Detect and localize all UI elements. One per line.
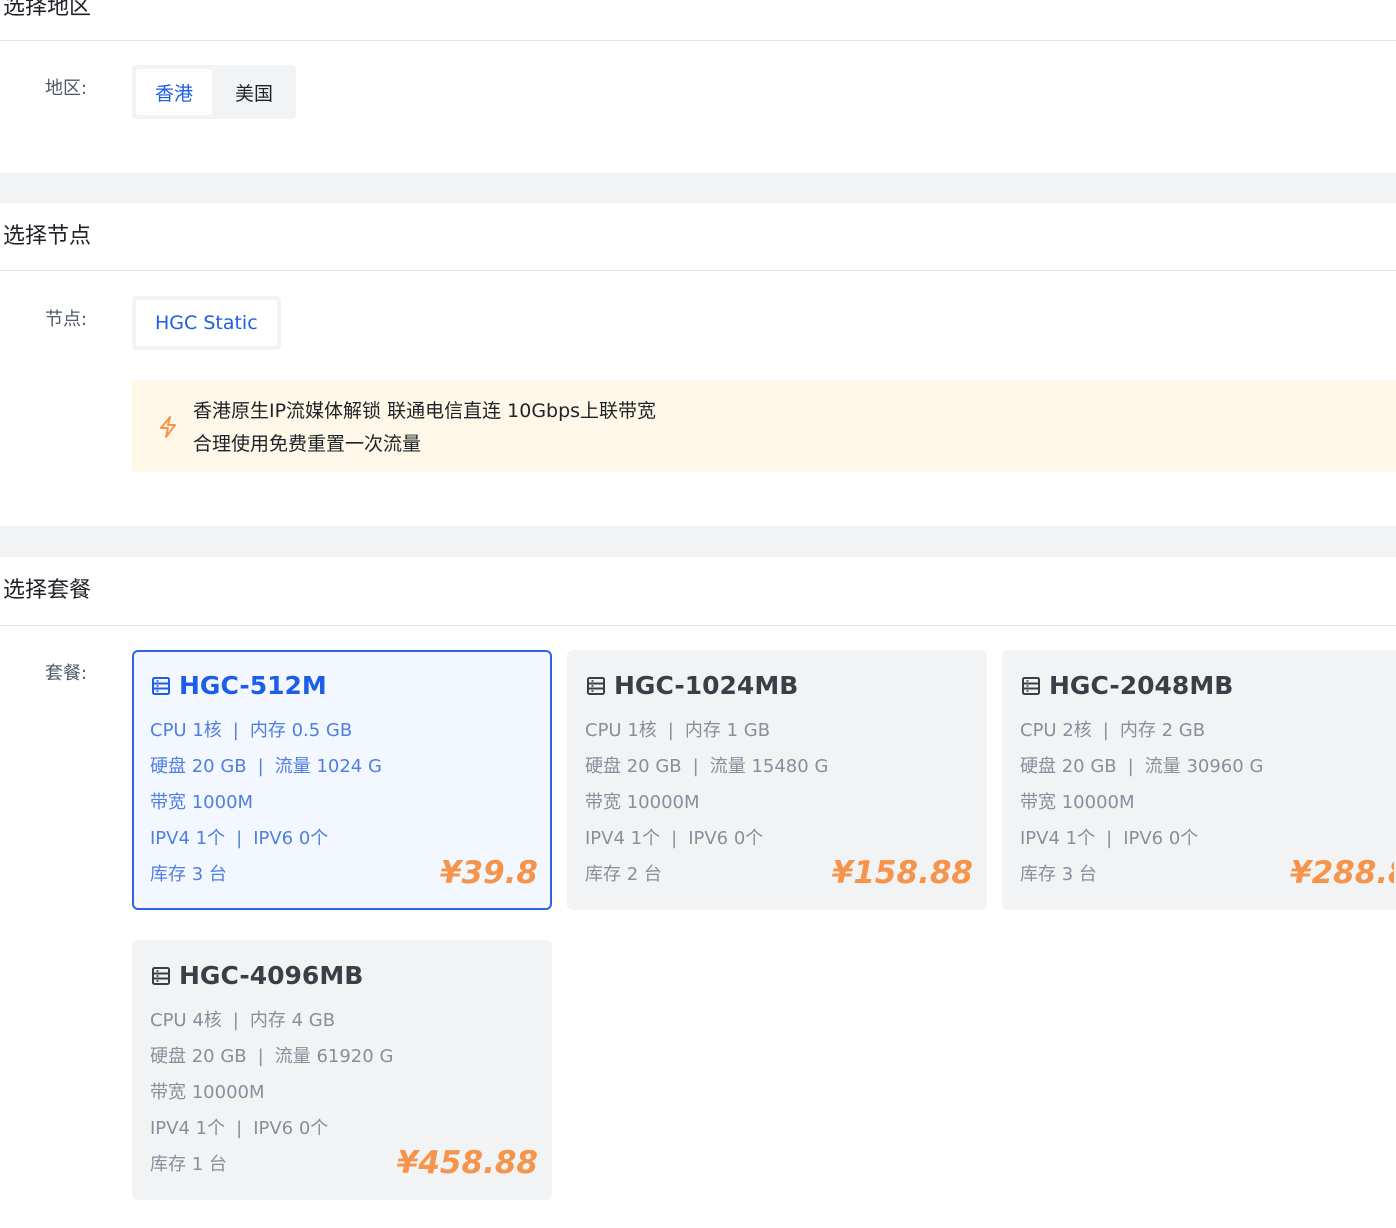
plan-price: ¥39.8: [439, 855, 538, 891]
spec-separator: |: [692, 756, 699, 777]
plan-spec-bandwidth: 带宽 10000M: [150, 1082, 265, 1103]
plan-spec-ip: IPV4 1个 | IPV6 0个: [150, 1120, 328, 1138]
spec-separator: |: [667, 720, 674, 741]
server-icon: [1022, 676, 1040, 695]
plan-spec-cpu-memory: CPU 1核 | 内存 0.5 GB: [150, 722, 352, 740]
plan-ipv4: IPV4 1个: [150, 1118, 226, 1139]
spec-separator: |: [232, 720, 239, 741]
plan-card-hgc-512m[interactable]: HGC-512M CPU 1核 | 内存 0.5 GB 硬盘 20 GB | 流量 10…: [132, 650, 552, 910]
plan-stock: 库存 3 台: [1020, 864, 1097, 885]
plan-name: HGC-2048MB: [1049, 671, 1234, 700]
server-icon: [587, 676, 605, 695]
divider: [0, 40, 1396, 41]
server-icon: [152, 966, 170, 985]
plan-traffic: 流量 15480 G: [709, 756, 829, 777]
spec-separator: |: [236, 1118, 243, 1139]
plan-disk: 硬盘 20 GB: [150, 756, 247, 777]
plan-memory: 内存 4 GB: [249, 1010, 336, 1031]
region-section-title: 选择地区: [3, 0, 92, 20]
plan-name: HGC-4096MB: [179, 961, 364, 990]
node-selector: HGC Static: [132, 296, 281, 350]
plan-spec-disk-traffic: 硬盘 20 GB | 流量 15480 G: [585, 758, 828, 776]
plan-stock: 库存 3 台: [150, 864, 227, 885]
plan-title: HGC-4096MB: [151, 963, 363, 988]
plan-disk: 硬盘 20 GB: [585, 756, 682, 777]
spec-separator: |: [232, 1010, 239, 1031]
plan-ipv6: IPV6 0个: [253, 828, 329, 849]
plan-section-title: 选择套餐: [3, 578, 92, 603]
lightning-icon: [160, 416, 176, 438]
server-icon: [152, 676, 170, 695]
plan-price: ¥458.88: [396, 1145, 538, 1181]
node-option-hgc-static[interactable]: HGC Static: [136, 300, 277, 346]
plan-cpu: CPU 4核: [150, 1010, 222, 1031]
spec-separator: |: [257, 1046, 264, 1067]
plan-traffic: 流量 1024 G: [274, 756, 382, 777]
plan-spec-ip: IPV4 1个 | IPV6 0个: [585, 830, 763, 848]
plan-cpu: CPU 1核: [585, 720, 657, 741]
plan-card-hgc-2048mb[interactable]: HGC-2048MB CPU 2核 | 内存 2 GB 硬盘 20 GB | 流量 30…: [1002, 650, 1396, 910]
plan-name: HGC-512M: [179, 671, 327, 700]
plan-price: ¥158.88: [831, 855, 973, 891]
spec-separator: |: [1127, 756, 1134, 777]
plan-ipv6: IPV6 0个: [688, 828, 764, 849]
region-option-hongkong[interactable]: 香港: [136, 69, 213, 115]
plan-title: HGC-2048MB: [1021, 673, 1233, 698]
plan-spec-ip: IPV4 1个 | IPV6 0个: [150, 830, 328, 848]
plan-memory: 内存 2 GB: [1119, 720, 1206, 741]
divider: [0, 270, 1396, 271]
plan-spec-disk-traffic: 硬盘 20 GB | 流量 61920 G: [150, 1048, 393, 1066]
plan-ipv6: IPV6 0个: [253, 1118, 329, 1139]
node-notice: 香港原生IP流媒体解锁 联通电信直连 10Gbps上联带宽 合理使用免费重置一次…: [132, 380, 1396, 472]
spec-separator: |: [236, 828, 243, 849]
spec-separator: |: [257, 756, 264, 777]
divider: [0, 625, 1396, 626]
plan-spec-ip: IPV4 1个 | IPV6 0个: [1020, 830, 1198, 848]
plan-spec-bandwidth: 带宽 10000M: [585, 792, 700, 813]
notice-line-2: 合理使用免费重置一次流量: [193, 433, 422, 455]
plan-panel: 选择套餐 套餐: HGC-512M CPU 1核 | 内存 0.5 GB 硬盘 20…: [0, 557, 1396, 1228]
plan-stock: 库存 1 台: [150, 1154, 227, 1175]
plan-spec-disk-traffic: 硬盘 20 GB | 流量 1024 G: [150, 758, 382, 776]
plan-card-hgc-4096mb[interactable]: HGC-4096MB CPU 4核 | 内存 4 GB 硬盘 20 GB | 流量 61…: [132, 940, 552, 1200]
plan-price: ¥288.88: [1290, 855, 1394, 891]
spec-separator: |: [671, 828, 678, 849]
plan-cpu: CPU 1核: [150, 720, 222, 741]
spec-separator: |: [1106, 828, 1113, 849]
plan-spec-bandwidth: 带宽 10000M: [1020, 792, 1135, 813]
plan-stock: 库存 2 台: [585, 864, 662, 885]
plan-name: HGC-1024MB: [614, 671, 799, 700]
plan-spec-cpu-memory: CPU 1核 | 内存 1 GB: [585, 722, 770, 740]
notice-line-1: 香港原生IP流媒体解锁 联通电信直连 10Gbps上联带宽: [193, 400, 657, 422]
region-option-usa[interactable]: 美国: [216, 69, 292, 115]
plan-ipv4: IPV4 1个: [1020, 828, 1096, 849]
node-panel: 选择节点 节点: HGC Static 香港原生IP流媒体解锁 联通电信直连 1…: [0, 203, 1396, 526]
plan-label: 套餐:: [45, 663, 88, 684]
plan-traffic: 流量 30960 G: [1144, 756, 1264, 777]
node-label: 节点:: [45, 309, 88, 330]
plan-cpu: CPU 2核: [1020, 720, 1092, 741]
plan-traffic: 流量 61920 G: [274, 1046, 394, 1067]
spec-separator: |: [1102, 720, 1109, 741]
plan-ipv4: IPV4 1个: [585, 828, 661, 849]
plan-disk: 硬盘 20 GB: [1020, 756, 1117, 777]
plan-title: HGC-512M: [151, 673, 327, 698]
plan-ipv4: IPV4 1个: [150, 828, 226, 849]
region-label: 地区:: [45, 78, 88, 99]
node-section-title: 选择节点: [3, 224, 92, 249]
plan-ipv6: IPV6 0个: [1123, 828, 1199, 849]
region-selector: 香港 美国: [132, 65, 297, 119]
plan-spec-disk-traffic: 硬盘 20 GB | 流量 30960 G: [1020, 758, 1263, 776]
plan-spec-cpu-memory: CPU 2核 | 内存 2 GB: [1020, 722, 1205, 740]
plan-memory: 内存 0.5 GB: [249, 720, 353, 741]
plan-spec-cpu-memory: CPU 4核 | 内存 4 GB: [150, 1012, 335, 1030]
plan-memory: 内存 1 GB: [684, 720, 771, 741]
plan-title: HGC-1024MB: [586, 673, 798, 698]
plan-disk: 硬盘 20 GB: [150, 1046, 247, 1067]
region-panel: 选择地区 地区: 香港 美国: [0, 0, 1396, 173]
plan-card-hgc-1024mb[interactable]: HGC-1024MB CPU 1核 | 内存 1 GB 硬盘 20 GB | 流量 15…: [567, 650, 987, 910]
plan-spec-bandwidth: 带宽 1000M: [150, 792, 254, 813]
